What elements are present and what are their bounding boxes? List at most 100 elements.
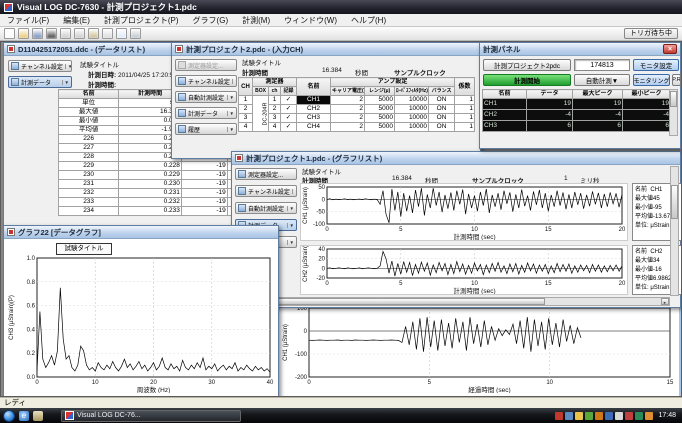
table-cell: -19: [181, 207, 227, 216]
table-cell: 2: [331, 123, 365, 132]
menu-item-0[interactable]: ファイル(F): [0, 14, 56, 27]
tray-power-icon[interactable]: [635, 412, 643, 420]
svg-text:0: 0: [35, 380, 39, 386]
measure-data-icon: [11, 78, 19, 86]
folder-icon[interactable]: [33, 411, 43, 421]
monitor-settings-button[interactable]: モニタ設定: [633, 59, 679, 71]
svg-text:0.2: 0.2: [27, 351, 36, 357]
table-cell: 2: [331, 96, 365, 105]
chevron-down-icon[interactable]: ▼: [62, 80, 69, 85]
channel-settings-icon: [238, 187, 246, 195]
channel-monitor-table: 名前 データ 最大ピーク 最小ピーク CH1191919CH2-4-4-4CH3…: [482, 89, 671, 132]
graph-list-hscrollbar[interactable]: ◄ ►: [234, 297, 670, 306]
channel-settings-button[interactable]: チャンネル設定▼: [8, 60, 72, 72]
app-titlebar[interactable]: Visual LOG DC-7630 - 計測プロジェクト1.pdc: [0, 0, 682, 14]
svg-text:5: 5: [399, 227, 403, 233]
menu-item-4[interactable]: 計測(M): [235, 14, 277, 27]
table-row[interactable]: 1DC-204R1✓CH12500010000ON1: [239, 96, 475, 105]
trigger-status-button[interactable]: トリガ待ち中: [624, 28, 678, 39]
tray-audio-icon[interactable]: [585, 412, 593, 420]
table-row[interactable]: CH2-4-4-4: [483, 110, 671, 121]
table-cell: CH2: [483, 110, 527, 121]
measuring-device-settings-button[interactable]: 測定器設定...: [235, 168, 297, 180]
taskbar-app-button[interactable]: Visual LOG DC-76...: [61, 410, 241, 422]
panel-vscrollbar[interactable]: [669, 89, 678, 136]
pr-button[interactable]: P.R: [672, 74, 681, 86]
menu-item-5[interactable]: ウィンドウ(W): [277, 14, 344, 27]
chevron-down-icon[interactable]: ▼: [287, 223, 294, 228]
chevron-down-icon[interactable]: ▼: [227, 95, 234, 100]
history-button[interactable]: 履歴▼: [175, 123, 237, 135]
menu-item-6[interactable]: ヘルプ(H): [344, 14, 393, 27]
browser-icon[interactable]: e: [19, 411, 29, 421]
input-ch-window[interactable]: 計測プロジェクト2.pdc - (入力CH) 測定器設定... チャンネル設定▼ 自…: [171, 42, 481, 159]
channel-settings-button[interactable]: チャンネル設定▼: [235, 185, 297, 197]
save-file-icon[interactable]: [32, 28, 43, 39]
measure-panel-window[interactable]: 計測パネル × 計測プロジェクト2pdc 174813 モニタ設定 計測開始 自…: [479, 42, 681, 149]
print-icon[interactable]: [102, 28, 113, 39]
table-row[interactable]: 33✓CH32500010000ON1: [239, 114, 475, 123]
table-row[interactable]: 22✓CH22500010000ON1: [239, 105, 475, 114]
tray-network-icon[interactable]: [565, 412, 573, 420]
data-graph-titlebar[interactable]: グラフ22 [データグラフ]: [4, 226, 278, 239]
chevron-down-icon[interactable]: ▼: [292, 189, 297, 194]
chevron-down-icon[interactable]: ▼: [227, 127, 234, 132]
menu-item-2[interactable]: 計測プロジェクト(P): [97, 14, 186, 27]
chevron-down-icon[interactable]: ▼: [65, 64, 72, 69]
measure-start-button[interactable]: 計測開始: [483, 74, 571, 86]
tray-security-icon[interactable]: [625, 412, 633, 420]
chevron-down-icon[interactable]: ▼: [232, 79, 237, 84]
table-cell: ✓: [281, 123, 297, 132]
measure-data-button[interactable]: 計測データ▼: [175, 107, 237, 119]
measuring-device-settings-icon: [178, 61, 186, 69]
tray-antivirus-icon[interactable]: [555, 412, 563, 420]
measure-data-button[interactable]: 計測データ▼: [8, 76, 72, 88]
graph-list-window[interactable]: 計測プロジェクト1.pdc - (グラフリスト) 測定器設定... チャンネル設定…: [231, 151, 681, 308]
monitoring-button[interactable]: モニタリング: [633, 74, 670, 86]
graph-list-titlebar[interactable]: 計測プロジェクト1.pdc - (グラフリスト): [232, 152, 680, 165]
input-ch-titlebar[interactable]: 計測プロジェクト2.pdc - (入力CH): [172, 43, 480, 56]
project-button[interactable]: 計測プロジェクト2pdc: [483, 59, 571, 71]
menu-item-1[interactable]: 編集(E): [56, 14, 97, 27]
svg-text:20: 20: [150, 380, 157, 386]
table-row[interactable]: 44✓CH42500010000ON1: [239, 123, 475, 132]
save-layout-icon[interactable]: [130, 28, 141, 39]
chevron-down-icon[interactable]: ▼: [287, 240, 294, 245]
tray-messenger-icon[interactable]: [595, 412, 603, 420]
svg-text:10: 10: [471, 227, 478, 233]
svg-text:20: 20: [619, 281, 626, 287]
close-icon[interactable]: ×: [663, 44, 677, 54]
measuring-device-settings-button[interactable]: 測定器設定...: [175, 59, 237, 71]
data-graph-window[interactable]: グラフ22 [データグラフ] 試験タイトル 1.00.80.60.40.20.0…: [3, 225, 279, 397]
table-row[interactable]: CH3666: [483, 121, 671, 132]
chevron-down-icon[interactable]: ▼: [287, 206, 294, 211]
auto-measure-button[interactable]: 自動計測▼: [574, 74, 630, 86]
tray-display-icon[interactable]: [645, 412, 653, 420]
copy-icon[interactable]: [74, 28, 85, 39]
paste-icon[interactable]: [88, 28, 99, 39]
cut-icon[interactable]: [60, 28, 71, 39]
table-cell: 231: [59, 180, 119, 189]
menu-item-3[interactable]: グラフ(G): [186, 14, 236, 27]
measure-panel-titlebar[interactable]: 計測パネル ×: [480, 43, 680, 56]
start-button-icon[interactable]: [3, 410, 15, 422]
monitor-window[interactable]: 1000-100-200051015経過時間 (sec)CH1 (μStrain…: [273, 299, 681, 397]
tray-help-icon[interactable]: [605, 412, 613, 420]
table-cell: CH1: [483, 99, 527, 110]
chevron-down-icon[interactable]: ▼: [227, 111, 234, 116]
auto-measure-settings-button[interactable]: 自動計測設定▼: [175, 91, 237, 103]
svg-text:1.0: 1.0: [27, 256, 36, 262]
duration-value: 16.384: [322, 67, 342, 74]
table-row[interactable]: CH1191919: [483, 99, 671, 110]
auto-measure-settings-button[interactable]: 自動計測設定▼: [235, 202, 297, 214]
window-layout-icon[interactable]: [116, 28, 127, 39]
graph-list-vscrollbar[interactable]: [670, 166, 679, 296]
tray-update-icon[interactable]: [575, 412, 583, 420]
tray-ime-icon[interactable]: [615, 412, 623, 420]
new-file-icon[interactable]: [4, 28, 15, 39]
measure-icon[interactable]: [46, 28, 57, 39]
channel-settings-button[interactable]: チャンネル設定▼: [175, 75, 237, 87]
open-file-icon[interactable]: [18, 28, 29, 39]
table-cell: 5000: [365, 105, 395, 114]
table-cell: 0.232: [119, 198, 182, 207]
